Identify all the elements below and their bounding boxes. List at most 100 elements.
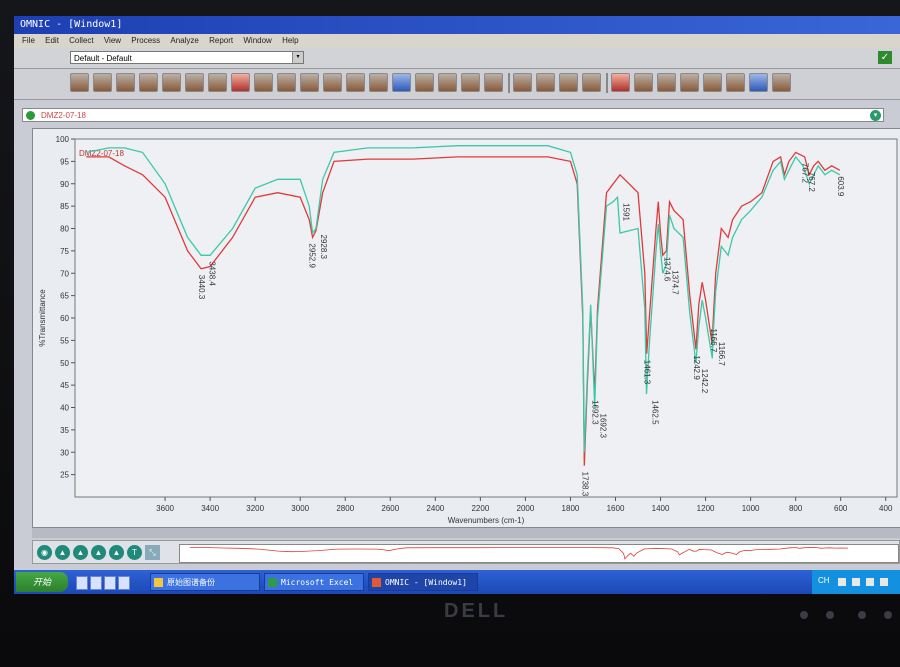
peak-label: 3440.3 xyxy=(197,275,206,300)
x-tick-label: 2600 xyxy=(381,504,399,513)
task-omnic[interactable]: OMNIC - [Window1] xyxy=(368,573,478,591)
network-icon[interactable] xyxy=(838,578,846,586)
zoom-in-icon[interactable] xyxy=(461,73,480,92)
peak-label: 1462.5 xyxy=(650,400,659,425)
peak-area-tool-icon[interactable]: ▲ xyxy=(91,545,106,560)
task-folder[interactable]: 原始图谱备份 xyxy=(150,573,260,591)
y-axis-label: %Transmittance xyxy=(38,289,47,347)
spectrum-window[interactable]: 3600 3400 3200 3000 2800 2600 2400 2200 2000 1800… xyxy=(32,128,900,528)
save-icon[interactable] xyxy=(680,73,699,92)
cut-icon[interactable] xyxy=(611,73,630,92)
peak-label: 1738.3 xyxy=(580,472,589,497)
subtract-icon[interactable] xyxy=(634,73,653,92)
menu-window[interactable]: Window xyxy=(243,34,271,48)
peak-height-tool-icon[interactable]: ▲ xyxy=(73,545,88,560)
tile-icon[interactable] xyxy=(749,73,768,92)
layout-icon[interactable] xyxy=(703,73,722,92)
main-toolbar xyxy=(14,69,900,100)
menu-edit[interactable]: Edit xyxy=(45,34,59,48)
qc-icon[interactable] xyxy=(513,73,532,92)
zoom-icon[interactable] xyxy=(346,73,365,92)
overview-strip[interactable] xyxy=(179,544,899,563)
full-scale-icon[interactable] xyxy=(116,73,135,92)
menu-view[interactable]: View xyxy=(104,34,121,48)
chevron-down-icon[interactable]: ▾ xyxy=(292,52,303,63)
monitor-button[interactable] xyxy=(800,611,808,619)
y-tick-label: 60 xyxy=(60,314,69,323)
library-icon[interactable] xyxy=(277,73,296,92)
excel-icon xyxy=(268,578,277,587)
power-button[interactable] xyxy=(884,611,892,619)
find-peaks-icon[interactable] xyxy=(231,73,250,92)
update-icon[interactable] xyxy=(880,578,888,586)
checkmark-icon[interactable]: ✓ xyxy=(878,51,892,64)
menu-help[interactable]: Help xyxy=(282,34,298,48)
offset-icon[interactable] xyxy=(185,73,204,92)
select-tool-icon[interactable]: ◉ xyxy=(37,545,52,560)
x-tick-label: 600 xyxy=(834,504,848,513)
overlay-icon[interactable] xyxy=(93,73,112,92)
copy-icon[interactable] xyxy=(415,73,434,92)
menu-collect[interactable]: Collect xyxy=(69,34,93,48)
desktop-icon[interactable] xyxy=(90,576,102,590)
clear-icon[interactable] xyxy=(208,73,227,92)
media-icon[interactable] xyxy=(104,576,116,590)
peak-label: 1166.7 xyxy=(717,342,726,366)
x-tick-label: 2800 xyxy=(336,504,354,513)
spectrum-selector[interactable]: DMZ2-07-18 ▾ xyxy=(22,108,884,122)
cascade-icon[interactable] xyxy=(772,73,791,92)
experiment-toolbar: Default - Default ▾ ✓ xyxy=(14,48,900,69)
zoom-out-icon[interactable] xyxy=(484,73,503,92)
add-icon[interactable] xyxy=(657,73,676,92)
x-tick-label: 800 xyxy=(789,504,803,513)
folder-icon[interactable] xyxy=(118,576,130,590)
peak-label-icon[interactable] xyxy=(300,73,319,92)
stack-icon[interactable] xyxy=(162,73,181,92)
help-icon[interactable] xyxy=(726,73,745,92)
pane-divider[interactable] xyxy=(32,528,900,538)
menu-analyze[interactable]: Analyze xyxy=(170,34,198,48)
experiment-select-value: Default - Default xyxy=(74,54,132,63)
baseline-tool-icon[interactable]: ▲ xyxy=(109,545,124,560)
volume-icon[interactable] xyxy=(852,578,860,586)
x-tick-label: 1400 xyxy=(652,504,670,513)
start-button[interactable]: 开始 xyxy=(16,572,68,592)
x-tick-label: 1800 xyxy=(562,504,580,513)
folder-icon xyxy=(154,578,163,587)
annotate-icon[interactable] xyxy=(323,73,342,92)
spectral-search-icon[interactable] xyxy=(438,73,457,92)
menu-file[interactable]: File xyxy=(22,34,35,48)
text-tool-icon[interactable]: T xyxy=(127,545,142,560)
peak-label: 2928.3 xyxy=(319,235,328,260)
region-tool-icon[interactable]: ▲ xyxy=(55,545,70,560)
print-icon[interactable] xyxy=(392,73,411,92)
status-dot-icon xyxy=(26,111,35,120)
menu-bar: File Edit Collect View Process Analyze R… xyxy=(14,34,900,48)
x-tick-label: 2200 xyxy=(471,504,489,513)
display-icon[interactable] xyxy=(70,73,89,92)
y-tick-label: 95 xyxy=(60,157,69,166)
restore-icon[interactable] xyxy=(369,73,388,92)
y-tick-label: 40 xyxy=(60,404,69,413)
baseline-icon[interactable] xyxy=(254,73,273,92)
task-excel[interactable]: Microsoft Excel xyxy=(264,573,364,591)
x-tick-label: 1000 xyxy=(742,504,760,513)
expand-icon[interactable]: ⤡ xyxy=(145,545,160,560)
security-icon[interactable] xyxy=(866,578,874,586)
peak-label: 1692.3 xyxy=(591,400,600,425)
menu-report[interactable]: Report xyxy=(209,34,233,48)
common-scale-icon[interactable] xyxy=(139,73,158,92)
ie-icon[interactable] xyxy=(76,576,88,590)
monitor-button[interactable] xyxy=(858,611,866,619)
y-tick-label: 45 xyxy=(60,381,69,390)
experiment-select[interactable]: Default - Default ▾ xyxy=(70,51,304,64)
arrow-icon[interactable] xyxy=(559,73,578,92)
match-icon[interactable] xyxy=(536,73,555,92)
input-method[interactable]: CH xyxy=(818,576,830,585)
monitor-button[interactable] xyxy=(826,611,834,619)
dropdown-icon[interactable]: ▾ xyxy=(870,110,881,121)
region-icon[interactable] xyxy=(582,73,601,92)
monitor-logo: DELL xyxy=(444,600,509,622)
peak-label: 1591 xyxy=(622,203,631,221)
menu-process[interactable]: Process xyxy=(131,34,160,48)
